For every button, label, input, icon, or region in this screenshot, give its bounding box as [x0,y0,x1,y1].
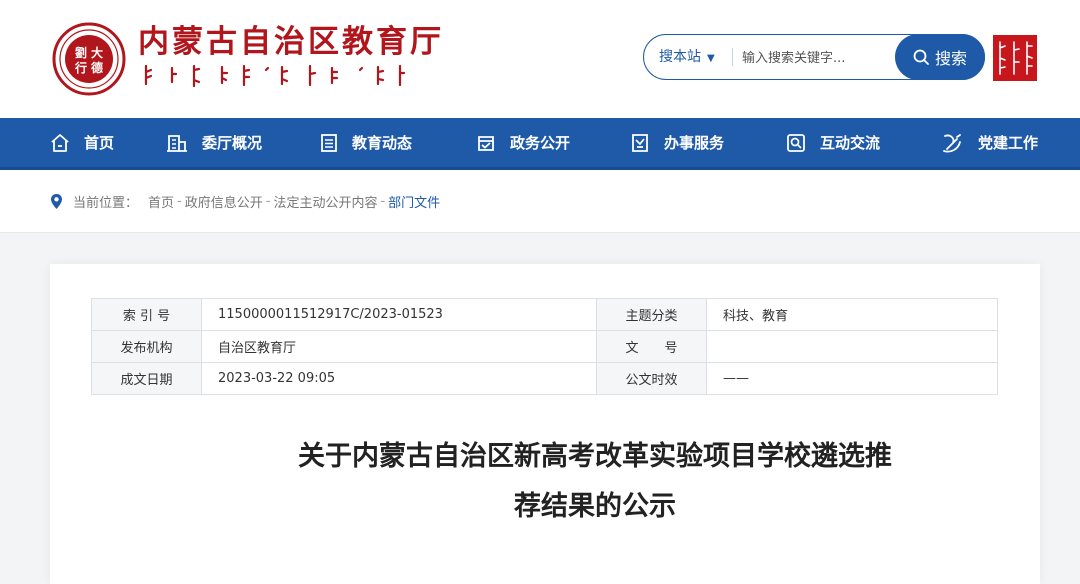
news-list-icon [321,133,337,152]
site-header: 劉 大 行 德 内蒙古自治区教育厅 搜本站 ▼ 输入搜索关键字... 搜索 [0,0,1080,118]
document-title-line-2: 荐结果的公示 [514,491,676,522]
search-icon [913,49,929,65]
search-scope-select[interactable]: 搜本站 ▼ [659,35,715,79]
inbox-check-icon [478,135,494,151]
nav-label: 政务公开 [510,134,571,152]
meta-value-category: 科技、教育 [706,298,998,331]
nav-item-overview[interactable]: 委厅概况 [166,118,262,167]
nav-label: 教育动态 [352,134,413,152]
svg-text:行: 行 [74,60,87,75]
meta-key-doc-number: 文 号 [596,330,707,363]
meta-key-date: 成文日期 [91,362,202,395]
meta-key-validity: 公文时效 [596,362,707,395]
search-divider [732,48,733,66]
breadcrumb-link-statutory[interactable]: 法定主动公开内容 [273,192,377,211]
svg-text:大: 大 [91,45,103,60]
building-icon [167,134,187,152]
breadcrumb: 当前位置： 首页 - 政府信息公开 - 法定主动公开内容 - 部门文件 [50,192,440,211]
breadcrumb-separator: - [380,194,386,209]
breadcrumb-bar: 当前位置： 首页 - 政府信息公开 - 法定主动公开内容 - 部门文件 [0,170,1080,233]
nav-label: 首页 [84,134,115,152]
meta-value-date: 2023-03-22 09:05 [201,362,597,395]
nav-label: 党建工作 [978,134,1039,152]
service-doc-icon [632,133,648,152]
meta-value-publisher: 自治区教育厅 [201,330,597,363]
document-title: 关于内蒙古自治区新高考改革实验项目学校遴选推 荐结果的公示 [50,432,1080,532]
table-row: 发布机构 自治区教育厅 文 号 [91,330,998,363]
breadcrumb-label: 当前位置： [73,196,139,211]
search-button[interactable]: 搜索 [895,34,985,80]
breadcrumb-separator: - [265,194,271,209]
nav-item-interaction[interactable]: 互动交流 [786,118,880,167]
table-row: 成文日期 2023-03-22 09:05 公文时效 —— [91,362,998,395]
nav-label: 委厅概况 [202,134,263,152]
nav-item-services[interactable]: 办事服务 [630,118,724,167]
meta-key-category: 主题分类 [596,298,707,331]
nav-item-party-building[interactable]: 党建工作 [940,118,1038,167]
search-button-label: 搜索 [934,49,967,68]
breadcrumb-link-home[interactable]: 首页 [148,192,174,211]
breadcrumb-current[interactable]: 部门文件 [388,192,440,211]
site-emblem-logo[interactable]: 劉 大 行 德 [52,22,126,96]
svg-text:德: 德 [91,60,103,75]
svg-text:劉: 劉 [74,45,87,60]
breadcrumb-link-gov-info[interactable]: 政府信息公开 [185,192,263,211]
nav-item-education-news[interactable]: 教育动态 [320,118,412,167]
nav-label: 互动交流 [820,134,881,152]
site-title[interactable]: 内蒙古自治区教育厅 [138,22,444,62]
red-seal-logo [992,34,1038,82]
meta-key-index: 索 引 号 [91,298,202,331]
meta-value-doc-number [706,330,998,363]
breadcrumb-separator: - [177,194,182,209]
party-emblem-icon [943,133,961,152]
nav-item-home[interactable]: 首页 [50,118,114,167]
location-pin-icon [51,194,62,209]
meta-key-publisher: 发布机构 [91,330,202,363]
meta-value-validity: —— [706,362,998,395]
article-card: 索 引 号 1150000011512917C/2023-01523 主题分类 … [50,264,1040,584]
document-title-line-1: 关于内蒙古自治区新高考改革实验项目学校遴选推 [298,441,892,472]
document-metadata-table: 索 引 号 1150000011512917C/2023-01523 主题分类 … [91,298,998,395]
main-nav: 首页 委厅概况 教育动态 政务公开 办事服务 互动交流 党建工作 [0,118,1080,170]
home-icon [51,133,69,152]
table-row: 索 引 号 1150000011512917C/2023-01523 主题分类 … [91,298,998,331]
search-scope-label: 搜本站 [659,49,701,65]
search-bar: 搜本站 ▼ 搜索 [643,34,985,80]
chevron-down-icon: ▼ [707,53,715,64]
nav-label: 办事服务 [664,134,725,152]
nav-item-government-affairs[interactable]: 政务公开 [476,118,570,167]
mongolian-script-title [144,64,406,88]
meta-value-index: 1150000011512917C/2023-01523 [201,298,597,331]
search-input[interactable] [740,41,894,75]
chat-icon [787,133,805,152]
